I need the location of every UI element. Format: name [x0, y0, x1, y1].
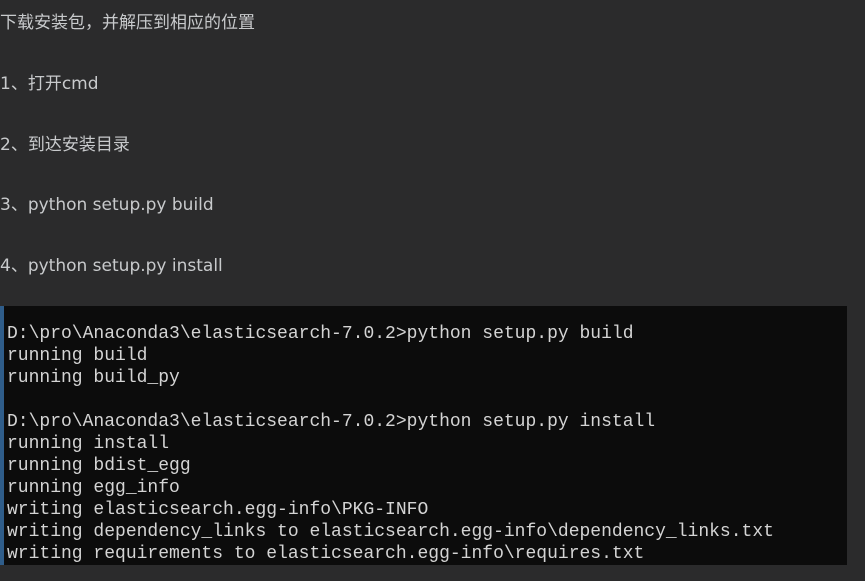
terminal-screenshot: D:\pro\Anaconda3\elasticsearch-7.0.2>pyt…: [0, 306, 847, 565]
terminal-line: D:\pro\Anaconda3\elasticsearch-7.0.2>pyt…: [7, 324, 634, 344]
terminal-line: running bdist_egg: [7, 456, 191, 476]
terminal-line: writing requirements to elasticsearch.eg…: [7, 544, 645, 564]
terminal-line: writing elasticsearch.egg-info\PKG-INFO: [7, 500, 429, 520]
step-2-paragraph: 2、到达安装目录: [0, 135, 130, 155]
terminal-line: running install: [7, 434, 170, 454]
terminal-output: D:\pro\Anaconda3\elasticsearch-7.0.2>pyt…: [7, 323, 774, 565]
step-4-paragraph: 4、python setup.py install: [0, 256, 223, 276]
intro-paragraph: 下载安装包，并解压到相应的位置: [0, 13, 255, 33]
terminal-line: D:\pro\Anaconda3\elasticsearch-7.0.2>pyt…: [7, 412, 656, 432]
terminal-window-edge: [0, 306, 4, 565]
terminal-line: running build_py: [7, 368, 180, 388]
terminal-line: running egg_info: [7, 478, 180, 498]
terminal-line: running build: [7, 346, 148, 366]
step-3-paragraph: 3、python setup.py build: [0, 195, 214, 215]
terminal-line: writing dependency_links to elasticsearc…: [7, 522, 774, 542]
step-1-paragraph: 1、打开cmd: [0, 74, 99, 94]
